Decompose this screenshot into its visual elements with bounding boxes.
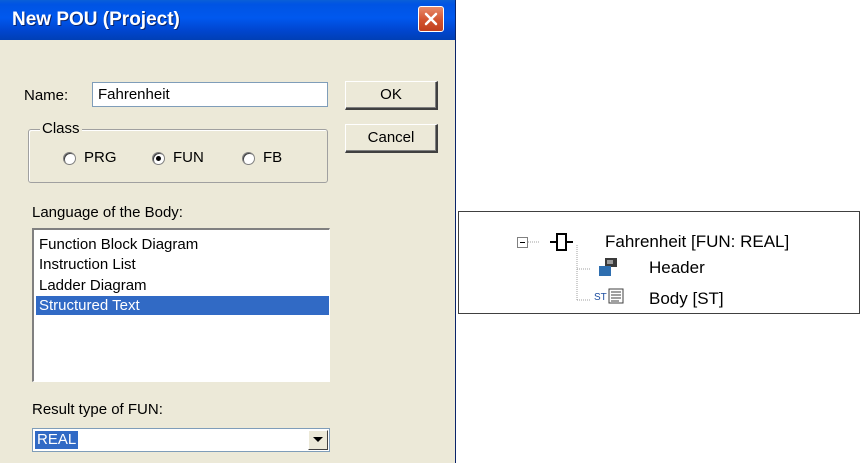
list-item-st[interactable]: Structured Text	[36, 296, 329, 315]
radio-fun-label[interactable]: FUN	[173, 149, 204, 166]
language-label: Language of the Body:	[32, 204, 183, 221]
list-item-fbd[interactable]: Function Block Diagram	[36, 235, 329, 254]
close-icon	[424, 12, 438, 26]
class-group-legend: Class	[40, 120, 82, 137]
tree-header-label[interactable]: Header	[649, 258, 705, 278]
project-tree: Fahrenheit [FUN: REAL] Header ST Body [S…	[458, 211, 860, 314]
name-input[interactable]: Fahrenheit	[92, 82, 328, 107]
list-item-ld[interactable]: Ladder Diagram	[36, 276, 329, 295]
tree-root-label[interactable]: Fahrenheit [FUN: REAL]	[605, 232, 789, 252]
radio-prg[interactable]	[63, 152, 76, 165]
structured-text-icon: ST	[594, 292, 607, 303]
close-button[interactable]	[418, 6, 444, 32]
dropdown-button[interactable]	[308, 430, 328, 450]
result-type-select[interactable]: REAL	[32, 428, 330, 452]
text-lines-icon	[608, 288, 624, 304]
radio-fb-label[interactable]: FB	[263, 149, 282, 166]
language-list[interactable]: Function Block Diagram Instruction List …	[32, 228, 330, 382]
radio-prg-label[interactable]: PRG	[84, 149, 117, 166]
name-label: Name:	[24, 87, 69, 104]
result-type-value: REAL	[35, 431, 79, 449]
result-type-label: Result type of FUN:	[32, 401, 163, 418]
collapse-icon[interactable]	[517, 237, 528, 248]
dialog-titlebar[interactable]: New POU (Project)	[0, 0, 455, 40]
tree-body-label[interactable]: Body [ST]	[649, 289, 724, 309]
radio-fb[interactable]	[242, 152, 255, 165]
cancel-button[interactable]: Cancel	[345, 124, 438, 153]
ok-button[interactable]: OK	[345, 81, 438, 110]
radio-fun[interactable]	[152, 152, 165, 165]
header-icon	[599, 258, 617, 276]
list-item-il[interactable]: Instruction List	[36, 255, 329, 274]
new-pou-dialog: New POU (Project) Name: Fahrenheit OK Ca…	[0, 0, 456, 463]
function-icon	[550, 233, 573, 251]
dialog-title: New POU (Project)	[12, 9, 180, 30]
chevron-down-icon	[313, 437, 323, 442]
